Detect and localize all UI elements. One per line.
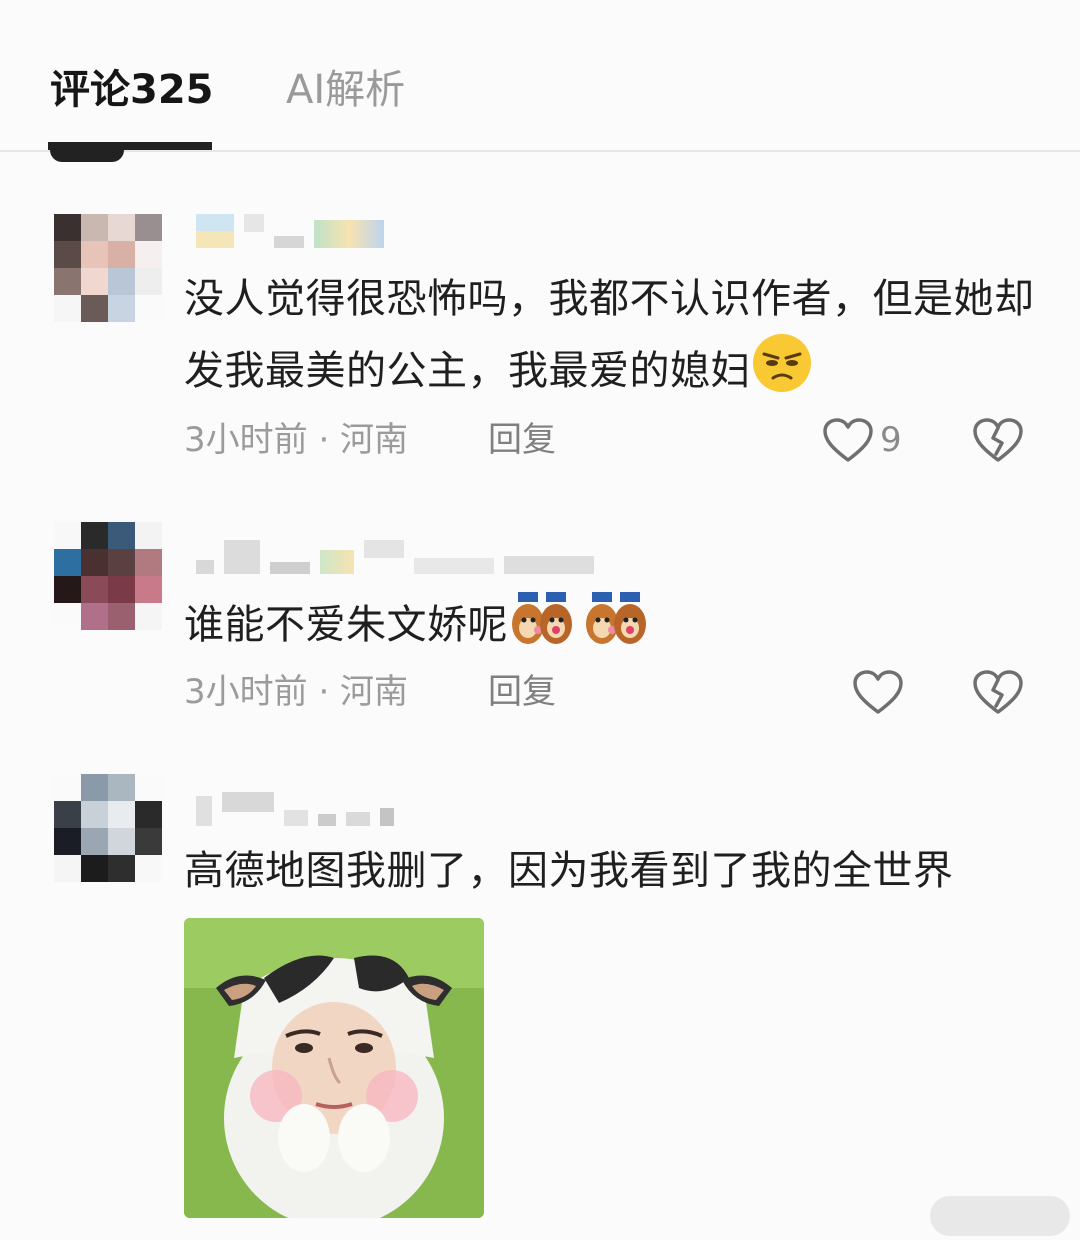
comment-meta: 3小时前 · 河南	[184, 420, 409, 460]
like-count: 9	[880, 420, 902, 460]
active-tab-indicator	[48, 142, 212, 150]
reply-button[interactable]: 回复	[488, 418, 556, 462]
watermark	[930, 1196, 1070, 1236]
username-blurred[interactable]	[196, 792, 394, 826]
like-button[interactable]	[852, 670, 904, 716]
tab-comments[interactable]: 评论325	[50, 62, 214, 118]
dislike-button[interactable]	[972, 418, 1024, 464]
reply-button[interactable]: 回复	[488, 670, 556, 714]
heart-outline-icon	[853, 670, 903, 714]
like-button[interactable]	[822, 418, 874, 464]
broken-heart-icon	[973, 418, 1023, 462]
heart-outline-icon	[823, 418, 873, 462]
broken-heart-icon	[973, 670, 1023, 714]
dislike-button[interactable]	[972, 670, 1024, 716]
avatar[interactable]	[54, 522, 162, 630]
avatar[interactable]	[54, 214, 162, 322]
username-blurred[interactable]	[196, 540, 594, 574]
comment-text: 高德地图我删了，因为我看到了我的全世界	[184, 848, 954, 894]
cow-costume-face-sticker[interactable]	[184, 918, 484, 1218]
username-blurred[interactable]	[196, 214, 384, 248]
partial-avatar	[50, 150, 124, 162]
tab-ai-analysis[interactable]: AI解析	[286, 62, 405, 118]
annoyed-face-emoji	[751, 332, 813, 414]
chipmunk-sticker-emoji	[508, 586, 648, 668]
comment-text: 没人觉得很恐怖吗，我都不认识作者，但是她却发我最美的公主，我最爱的媳妇	[184, 266, 1044, 414]
avatar[interactable]	[54, 774, 162, 882]
comment-tabs: 评论325 AI解析	[0, 0, 1080, 152]
comment-text: 谁能不爱朱文娇呢	[184, 586, 1044, 668]
comment-meta: 3小时前 · 河南	[184, 672, 409, 712]
